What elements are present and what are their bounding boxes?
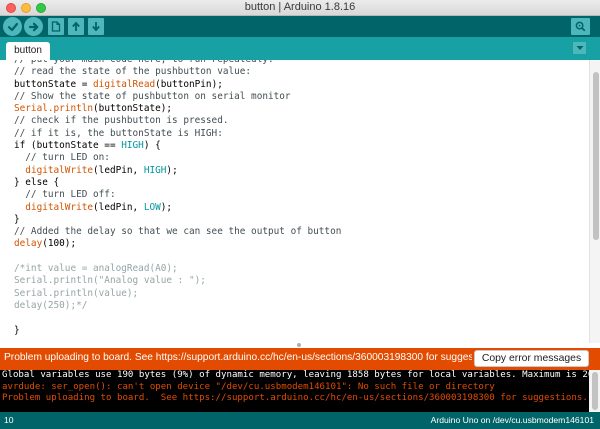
console-line: Global variables use 190 bytes (9%) of d… bbox=[2, 370, 589, 380]
code-line: } bbox=[14, 213, 20, 225]
new-sketch-button[interactable] bbox=[48, 18, 64, 35]
arrow-up-icon bbox=[72, 21, 80, 31]
code-line: delay(250);*/ bbox=[14, 299, 88, 311]
status-bar: Problem uploading to board. See https://… bbox=[0, 348, 600, 370]
code-line: if (buttonState == HIGH) { bbox=[14, 140, 161, 152]
window-title: button | Arduino 1.8.16 bbox=[244, 1, 356, 13]
code-line: Serial.println("Analog value : "); bbox=[14, 275, 206, 287]
code-line: Serial.println(buttonState); bbox=[14, 103, 173, 115]
divider-handle[interactable] bbox=[297, 343, 301, 347]
editor-scrollbar-thumb[interactable] bbox=[593, 72, 599, 240]
toolbar bbox=[0, 16, 600, 37]
save-sketch-button[interactable] bbox=[88, 18, 104, 35]
magnifier-icon bbox=[575, 21, 586, 32]
code-line: // Show the state of pushbutton on seria… bbox=[14, 90, 291, 102]
code-line: /*int value = analogRead(A0); bbox=[14, 263, 178, 275]
code-line: } else { bbox=[14, 176, 60, 188]
console-scrollbar[interactable] bbox=[589, 370, 600, 412]
upload-button[interactable] bbox=[24, 17, 43, 36]
tab-menu-button[interactable] bbox=[573, 42, 586, 54]
code-line: // turn LED off: bbox=[14, 189, 116, 201]
tab-bar: button bbox=[0, 37, 600, 60]
code-line: } bbox=[14, 324, 20, 336]
status-message: Problem uploading to board. See https://… bbox=[4, 352, 472, 363]
copy-error-messages-button[interactable]: Copy error messages bbox=[474, 350, 589, 367]
code-text[interactable]: // put your main code here, to run repea… bbox=[14, 60, 341, 337]
code-line: // Added the delay so that we can see th… bbox=[14, 226, 342, 238]
code-line: digitalWrite(ledPin, HIGH); bbox=[25, 164, 178, 176]
code-line: // turn LED on: bbox=[14, 152, 110, 164]
editor-scrollbar[interactable] bbox=[589, 60, 600, 343]
console-line: avrdude: ser_open(): can't open device "… bbox=[2, 381, 495, 392]
serial-monitor-button[interactable] bbox=[571, 18, 590, 35]
new-file-icon bbox=[51, 21, 61, 32]
code-line: digitalWrite(ledPin, LOW); bbox=[25, 201, 173, 213]
console-lines: Global variables use 190 bytes (9%) of d… bbox=[2, 370, 589, 405]
code-line: buttonState = digitalRead(buttonPin); bbox=[14, 78, 223, 90]
chevron-down-icon bbox=[576, 46, 583, 50]
code-editor[interactable]: // put your main code here, to run repea… bbox=[0, 60, 589, 343]
code-line: Serial.println(value); bbox=[14, 287, 139, 299]
console-scrollbar-thumb[interactable] bbox=[592, 372, 598, 410]
title-bar: button | Arduino 1.8.16 bbox=[0, 0, 600, 16]
footer-status: 10 Arduino Uno on /dev/cu.usbmodem146101 bbox=[0, 412, 600, 429]
board-port-info: Arduino Uno on /dev/cu.usbmodem146101 bbox=[430, 415, 594, 425]
code-line: // check if the pushbutton is pressed. bbox=[14, 115, 229, 127]
line-number: 10 bbox=[4, 415, 14, 425]
code-line: // read the state of the pushbutton valu… bbox=[14, 66, 252, 78]
verify-button[interactable] bbox=[3, 17, 22, 36]
tab-button[interactable]: button bbox=[6, 42, 50, 60]
arrow-right-icon bbox=[28, 22, 38, 31]
arrow-down-icon bbox=[92, 22, 100, 32]
open-sketch-button[interactable] bbox=[68, 18, 84, 35]
console-line: Problem uploading to board. See https://… bbox=[2, 393, 588, 404]
console-output[interactable]: Global variables use 190 bytes (9%) of d… bbox=[0, 370, 589, 412]
code-line: delay(100); bbox=[14, 238, 77, 250]
check-icon bbox=[7, 22, 18, 31]
code-line: // if it is, the buttonState is HIGH: bbox=[14, 127, 223, 139]
